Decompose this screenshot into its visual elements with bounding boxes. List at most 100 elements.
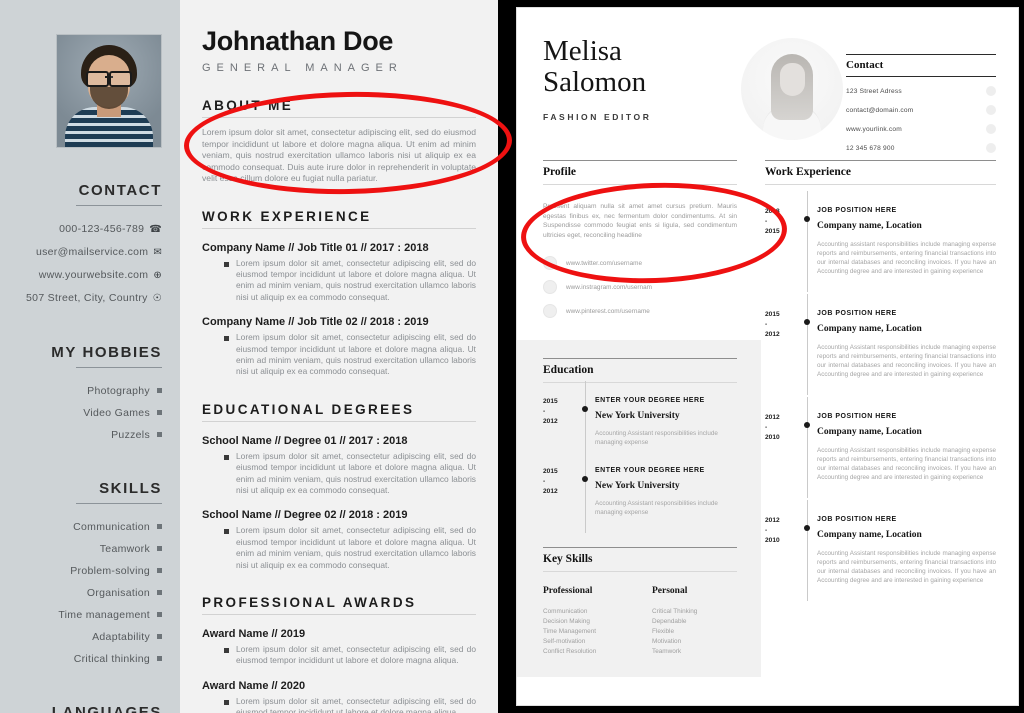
work-entry: 2018 - 2015 JOB POSITION HERE Company na… xyxy=(765,191,996,292)
education-entry-body: ENTER YOUR DEGREE HERE New York Universi… xyxy=(595,397,737,447)
company-name: Company name, Location xyxy=(817,530,922,540)
hobby-item: Photography xyxy=(10,380,162,402)
job-description: Accounting Assistant responsibilities in… xyxy=(817,344,996,378)
skill-label: Critical thinking xyxy=(73,653,150,665)
bullet-square-icon xyxy=(157,634,162,639)
key-skills-heading: Key Skills xyxy=(543,547,737,573)
work-experience-heading: WORK EXPERIENCE xyxy=(202,208,372,224)
company-name: Company name, Location xyxy=(817,427,922,437)
skill-item: Motivation xyxy=(652,638,682,646)
professional-skills-column: Professional Communication Decision Maki… xyxy=(543,586,628,657)
left-resume-main: Johnathan Doe GENERAL MANAGER ABOUT ME L… xyxy=(180,0,498,713)
skills-heading: SKILLS xyxy=(99,480,162,497)
profile-heading: Profile xyxy=(543,160,737,185)
work-entry: 2012 - 2010 JOB POSITION HERE Company na… xyxy=(765,500,996,601)
award-item-title: Award Name // 2019 xyxy=(202,628,306,640)
hobbies-heading: MY HOBBIES xyxy=(10,344,162,361)
date-to: 2010 xyxy=(765,434,780,441)
education-item-text: Lorem ipsum dolor sit amet, consectetur … xyxy=(236,525,476,570)
award-item-text: Lorem ipsum dolor sit amet, consectetur … xyxy=(236,644,476,666)
skill-item: Communication xyxy=(10,516,162,538)
hobbies-heading-word1: MY xyxy=(51,344,77,361)
bullet-square-icon xyxy=(224,699,229,705)
education-heading: Education xyxy=(543,358,737,384)
bullet-square-icon xyxy=(157,568,162,573)
job-description: Accounting Assistant responsibilities in… xyxy=(817,550,996,584)
bullet-square-icon xyxy=(157,410,162,415)
date-dash: - xyxy=(765,321,768,328)
candidate-name: Johnathan Doe xyxy=(202,26,394,56)
work-experience-rule xyxy=(202,227,476,229)
date-dash: - xyxy=(765,218,768,225)
right-resume-right-column: Work Experience 2018 - 2015 JOB POSITION… xyxy=(761,160,1018,677)
work-entry-body: JOB POSITION HERE Company name, Location… xyxy=(817,310,996,379)
job-description: Accounting assistant responsibilities in… xyxy=(817,241,996,275)
skill-label: Communication xyxy=(73,521,150,533)
degree-title: ENTER YOUR DEGREE HERE xyxy=(595,397,705,405)
contact-item-phone: 12 345 678 900 xyxy=(846,143,996,153)
skill-item: Critical thinking xyxy=(10,648,162,670)
skill-item: Conflict Resolution xyxy=(543,648,597,656)
bullet-square-icon xyxy=(224,261,229,267)
education-rule xyxy=(202,420,476,422)
skill-label: Time management xyxy=(58,609,150,621)
date-dash: - xyxy=(543,478,546,486)
bullet-square-icon xyxy=(224,336,229,342)
skill-item: Problem-solving xyxy=(10,560,162,582)
company-name: Company name, Location xyxy=(817,221,922,231)
social-link-pinterest[interactable]: www.pinterest.com/username xyxy=(543,304,737,319)
education-description: Accounting Assistant responsibilities in… xyxy=(595,430,718,447)
skill-item: Self-motivation xyxy=(543,638,586,646)
timeline-axis xyxy=(799,191,817,292)
contact-heading: Contact xyxy=(846,54,996,77)
skill-item: Teamwork xyxy=(652,648,682,656)
about-me-rule xyxy=(202,117,476,118)
about-me-body: Lorem ipsum dolor sit amet, consectetur … xyxy=(202,127,476,183)
bullet-square-icon xyxy=(157,388,162,393)
job-description: Accounting Assistant responsibilities in… xyxy=(817,447,996,481)
work-date-range: 2015 - 2012 xyxy=(765,310,799,379)
skill-label: Problem-solving xyxy=(70,565,150,577)
education-item-text: Lorem ipsum dolor sit amet, consectetur … xyxy=(236,450,476,495)
work-entry-body: JOB POSITION HERE Company name, Location… xyxy=(817,413,996,482)
pinterest-icon xyxy=(543,304,557,319)
about-me-heading: ABOUT ME xyxy=(202,98,294,113)
work-item-title: Company Name // Job Title 01 // 2017 : 2… xyxy=(202,241,429,254)
globe-icon: ⊕ xyxy=(153,270,162,281)
work-date-range: 2012 - 2010 xyxy=(765,516,799,585)
bullet-square-icon xyxy=(157,546,162,551)
date-dash: - xyxy=(765,424,768,431)
school-name: New York University xyxy=(595,411,680,422)
social-link-instagram[interactable]: www.instragram.com/usernam xyxy=(543,280,737,295)
education-entry: 2015 - 2012 ENTER YOUR DEGREE HERE New Y… xyxy=(543,381,737,464)
work-date-range: 2018 - 2015 xyxy=(765,207,799,276)
bullet-square-icon xyxy=(157,656,162,661)
phone-icon: ☎ xyxy=(149,224,162,235)
candidate-role: GENERAL MANAGER xyxy=(202,62,403,74)
resume-template-left: CONTACT 000-123-456-789 ☎ user@mailservic… xyxy=(0,0,498,713)
skill-item: Dependable xyxy=(652,618,687,626)
contact-item-website: www.yourlink.com xyxy=(846,124,996,134)
hobby-item: Video Games xyxy=(10,402,162,424)
mail-icon: ✉ xyxy=(153,247,162,258)
timeline-axis xyxy=(799,294,817,395)
personal-skills-heading: Personal xyxy=(652,586,688,597)
contact-item-email: user@mailservice.com ✉ xyxy=(10,241,162,264)
personal-skills-column: Personal Critical Thinking Dependable Fl… xyxy=(652,586,737,657)
bullet-square-icon xyxy=(224,529,229,535)
skill-item: Adaptability xyxy=(10,626,162,648)
school-name: New York University xyxy=(595,481,680,492)
profile-body: Praesent aliquam nulla sit amet amet cur… xyxy=(543,203,737,239)
instagram-icon xyxy=(543,280,557,295)
work-entry-body: JOB POSITION HERE Company name, Location… xyxy=(817,516,996,585)
phone-icon xyxy=(986,143,996,153)
timeline-axis xyxy=(799,500,817,601)
education-entry-body: ENTER YOUR DEGREE HERE New York Universi… xyxy=(595,467,737,517)
contact-item-address: 123 Street Adress xyxy=(846,86,996,96)
hobbies-heading-word2: HOBBIES xyxy=(82,344,162,361)
skill-item: Teamwork xyxy=(10,538,162,560)
social-link-twitter[interactable]: www.twitter.com/username xyxy=(543,256,737,271)
education-heading: EDUCATIONAL DEGREES xyxy=(202,401,415,417)
languages-heading: LANGUAGES xyxy=(51,704,162,713)
work-entry: 2015 - 2012 JOB POSITION HERE Company na… xyxy=(765,294,996,395)
